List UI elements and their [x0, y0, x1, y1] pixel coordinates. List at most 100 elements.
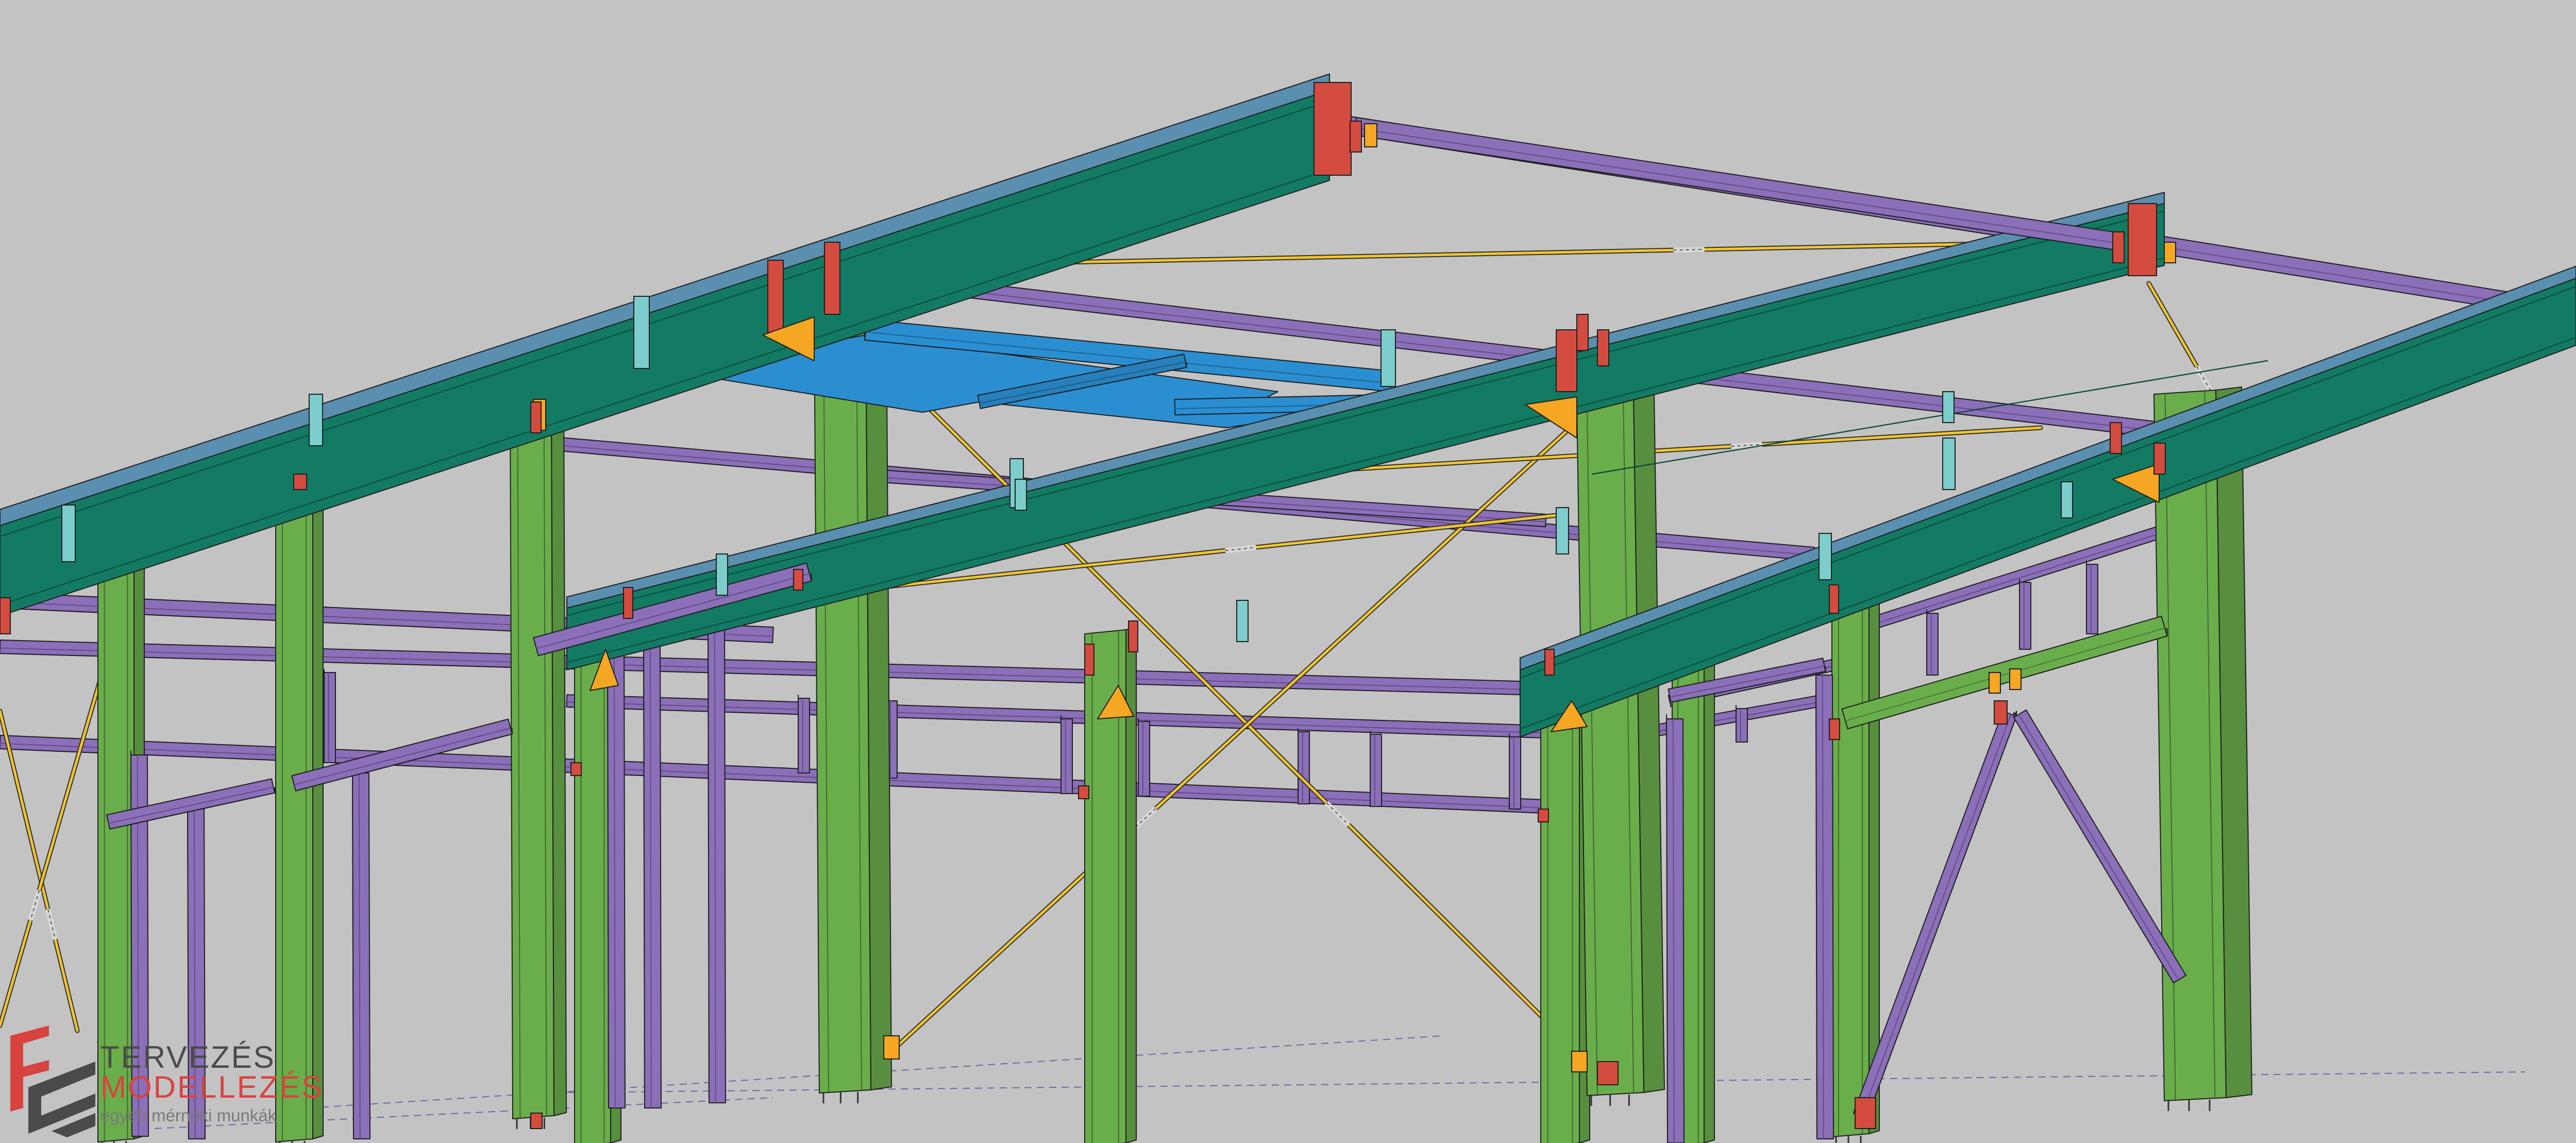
girt-post-8-face	[1926, 613, 1939, 676]
girt-post-7-face	[1509, 736, 1521, 810]
wall-post-5-face	[708, 612, 726, 1104]
column-10	[1831, 598, 1880, 1143]
beam-end-plate-right	[2128, 203, 2157, 276]
connection-plate-16	[1994, 700, 2008, 725]
purlin-cleat-2	[2164, 242, 2176, 263]
connection-plate-19	[530, 1113, 543, 1129]
purlin-cleat-plate-11	[1015, 479, 1027, 511]
connection-plate-0	[1350, 121, 1362, 153]
girt-post-0-face	[324, 672, 336, 763]
column-9-side	[1704, 654, 1715, 1143]
column-10-front	[1831, 601, 1870, 1137]
purlin-cleat-plate-9	[716, 553, 728, 596]
wall-post-3	[607, 629, 626, 1109]
wall-post-4-face	[643, 633, 662, 1109]
connection-plate-17	[793, 569, 803, 591]
purlin-cleat-plate-6	[1556, 507, 1569, 554]
girt-post-6-face	[1370, 734, 1382, 807]
connection-plate-4	[1084, 644, 1095, 676]
connection-plate-20	[1597, 1061, 1619, 1085]
v-brace-right-edge	[2018, 714, 2179, 980]
column-3-front	[510, 405, 554, 1119]
wall-post-7	[1815, 670, 1834, 1140]
left-brace-rod-2	[0, 667, 106, 1028]
purlin-cleat-plate-5	[1942, 438, 1956, 490]
girt-post-10	[2086, 561, 2098, 634]
girt-post-9-face	[2019, 582, 2031, 650]
connection-plate-2	[530, 401, 542, 433]
connection-plate-7	[1597, 329, 1609, 366]
connection-plate-12	[570, 762, 582, 776]
purlin-cleat-plate-12	[1942, 391, 1955, 423]
column-2-side	[312, 482, 324, 1139]
connection-plate-1	[2112, 231, 2125, 263]
rod-end-bracket-1	[883, 1035, 900, 1060]
purlin-cleat-plate-10	[2061, 481, 2073, 518]
girt-post-9	[2019, 579, 2031, 650]
wall-post-1	[187, 799, 206, 1140]
girt-post-6	[1370, 731, 1382, 807]
column-2	[275, 482, 324, 1143]
column-5-front	[814, 315, 871, 1094]
beam-end-plate-front	[1314, 82, 1352, 176]
purlin-cleat-plate-7	[1819, 533, 1832, 580]
girt-post-1-face	[798, 698, 810, 774]
haunch-plate-middle	[1556, 329, 1577, 392]
girt-cleat-1	[1989, 672, 2001, 694]
wall-girt-left-middle	[0, 640, 1521, 695]
purlin-cleat-1	[1364, 123, 1377, 147]
ridge-purlin-front	[1353, 117, 2125, 251]
column-5	[814, 312, 892, 1103]
connection-plate-22	[0, 597, 11, 634]
connection-plate-6	[1576, 314, 1589, 351]
connection-plate-8	[2110, 422, 2122, 454]
rod-end-bracket-2	[1571, 1051, 1588, 1072]
girt-post-4	[1138, 718, 1150, 797]
column-2-front	[275, 485, 313, 1142]
haunch-plate-left-2	[824, 242, 840, 315]
girt-post-3	[1060, 715, 1073, 794]
girt-post-11	[1736, 705, 1748, 743]
connection-plate-13	[1078, 785, 1089, 799]
girt-post-4-face	[1138, 721, 1150, 797]
wall-post-1-face	[187, 803, 206, 1140]
column-3	[510, 402, 567, 1129]
column-1-front	[97, 549, 134, 1142]
wall-post-3-face	[607, 633, 626, 1109]
purlin-cleat-plate-0	[633, 296, 650, 369]
connection-plate-3	[623, 587, 633, 619]
wall-post-6-face	[1666, 718, 1685, 1143]
girt-post-11-face	[1736, 708, 1748, 743]
connection-plate-14	[1538, 809, 1549, 822]
girt-post-8	[1926, 610, 1939, 676]
purlin-cleat-plate-8	[1236, 600, 1249, 642]
purlin-cleat-plate-3	[1380, 329, 1396, 387]
connection-plate-10	[1829, 584, 1839, 614]
girt-post-10-face	[2086, 564, 2098, 634]
connection-plate-11	[1544, 649, 1555, 676]
steel-frame-3d-view	[0, 73, 2576, 1143]
ridge-purlin-front-face	[1353, 117, 2125, 251]
wall-post-4	[643, 629, 662, 1109]
girt-cleat-2	[2009, 668, 2022, 690]
connection-plate-18	[293, 474, 307, 490]
girt-post-1	[798, 695, 810, 774]
purlin-cleat-plate-2	[61, 505, 76, 562]
purlin-cleat-plate-1	[309, 394, 323, 446]
wall-post-2	[352, 768, 371, 1140]
wall-post-7-face	[1815, 674, 1834, 1140]
ridge-purlin-front-edge	[1355, 127, 2123, 245]
haunch-plate-left-1	[767, 260, 784, 333]
wall-girt-left-middle-face	[0, 640, 1521, 695]
column-8-front	[1576, 397, 1644, 1096]
connection-plate-9	[2153, 443, 2166, 475]
girt-post-7	[1509, 733, 1521, 810]
girt-post-3-face	[1060, 718, 1073, 794]
wall-post-5	[708, 609, 726, 1104]
girt-post-0	[324, 669, 336, 763]
wall-post-2-face	[352, 772, 371, 1140]
girt-post-5-face	[1298, 731, 1310, 804]
column-8	[1576, 394, 1665, 1106]
left-brace-rod-2-body	[0, 668, 105, 1027]
connection-plate-5	[1128, 620, 1138, 652]
